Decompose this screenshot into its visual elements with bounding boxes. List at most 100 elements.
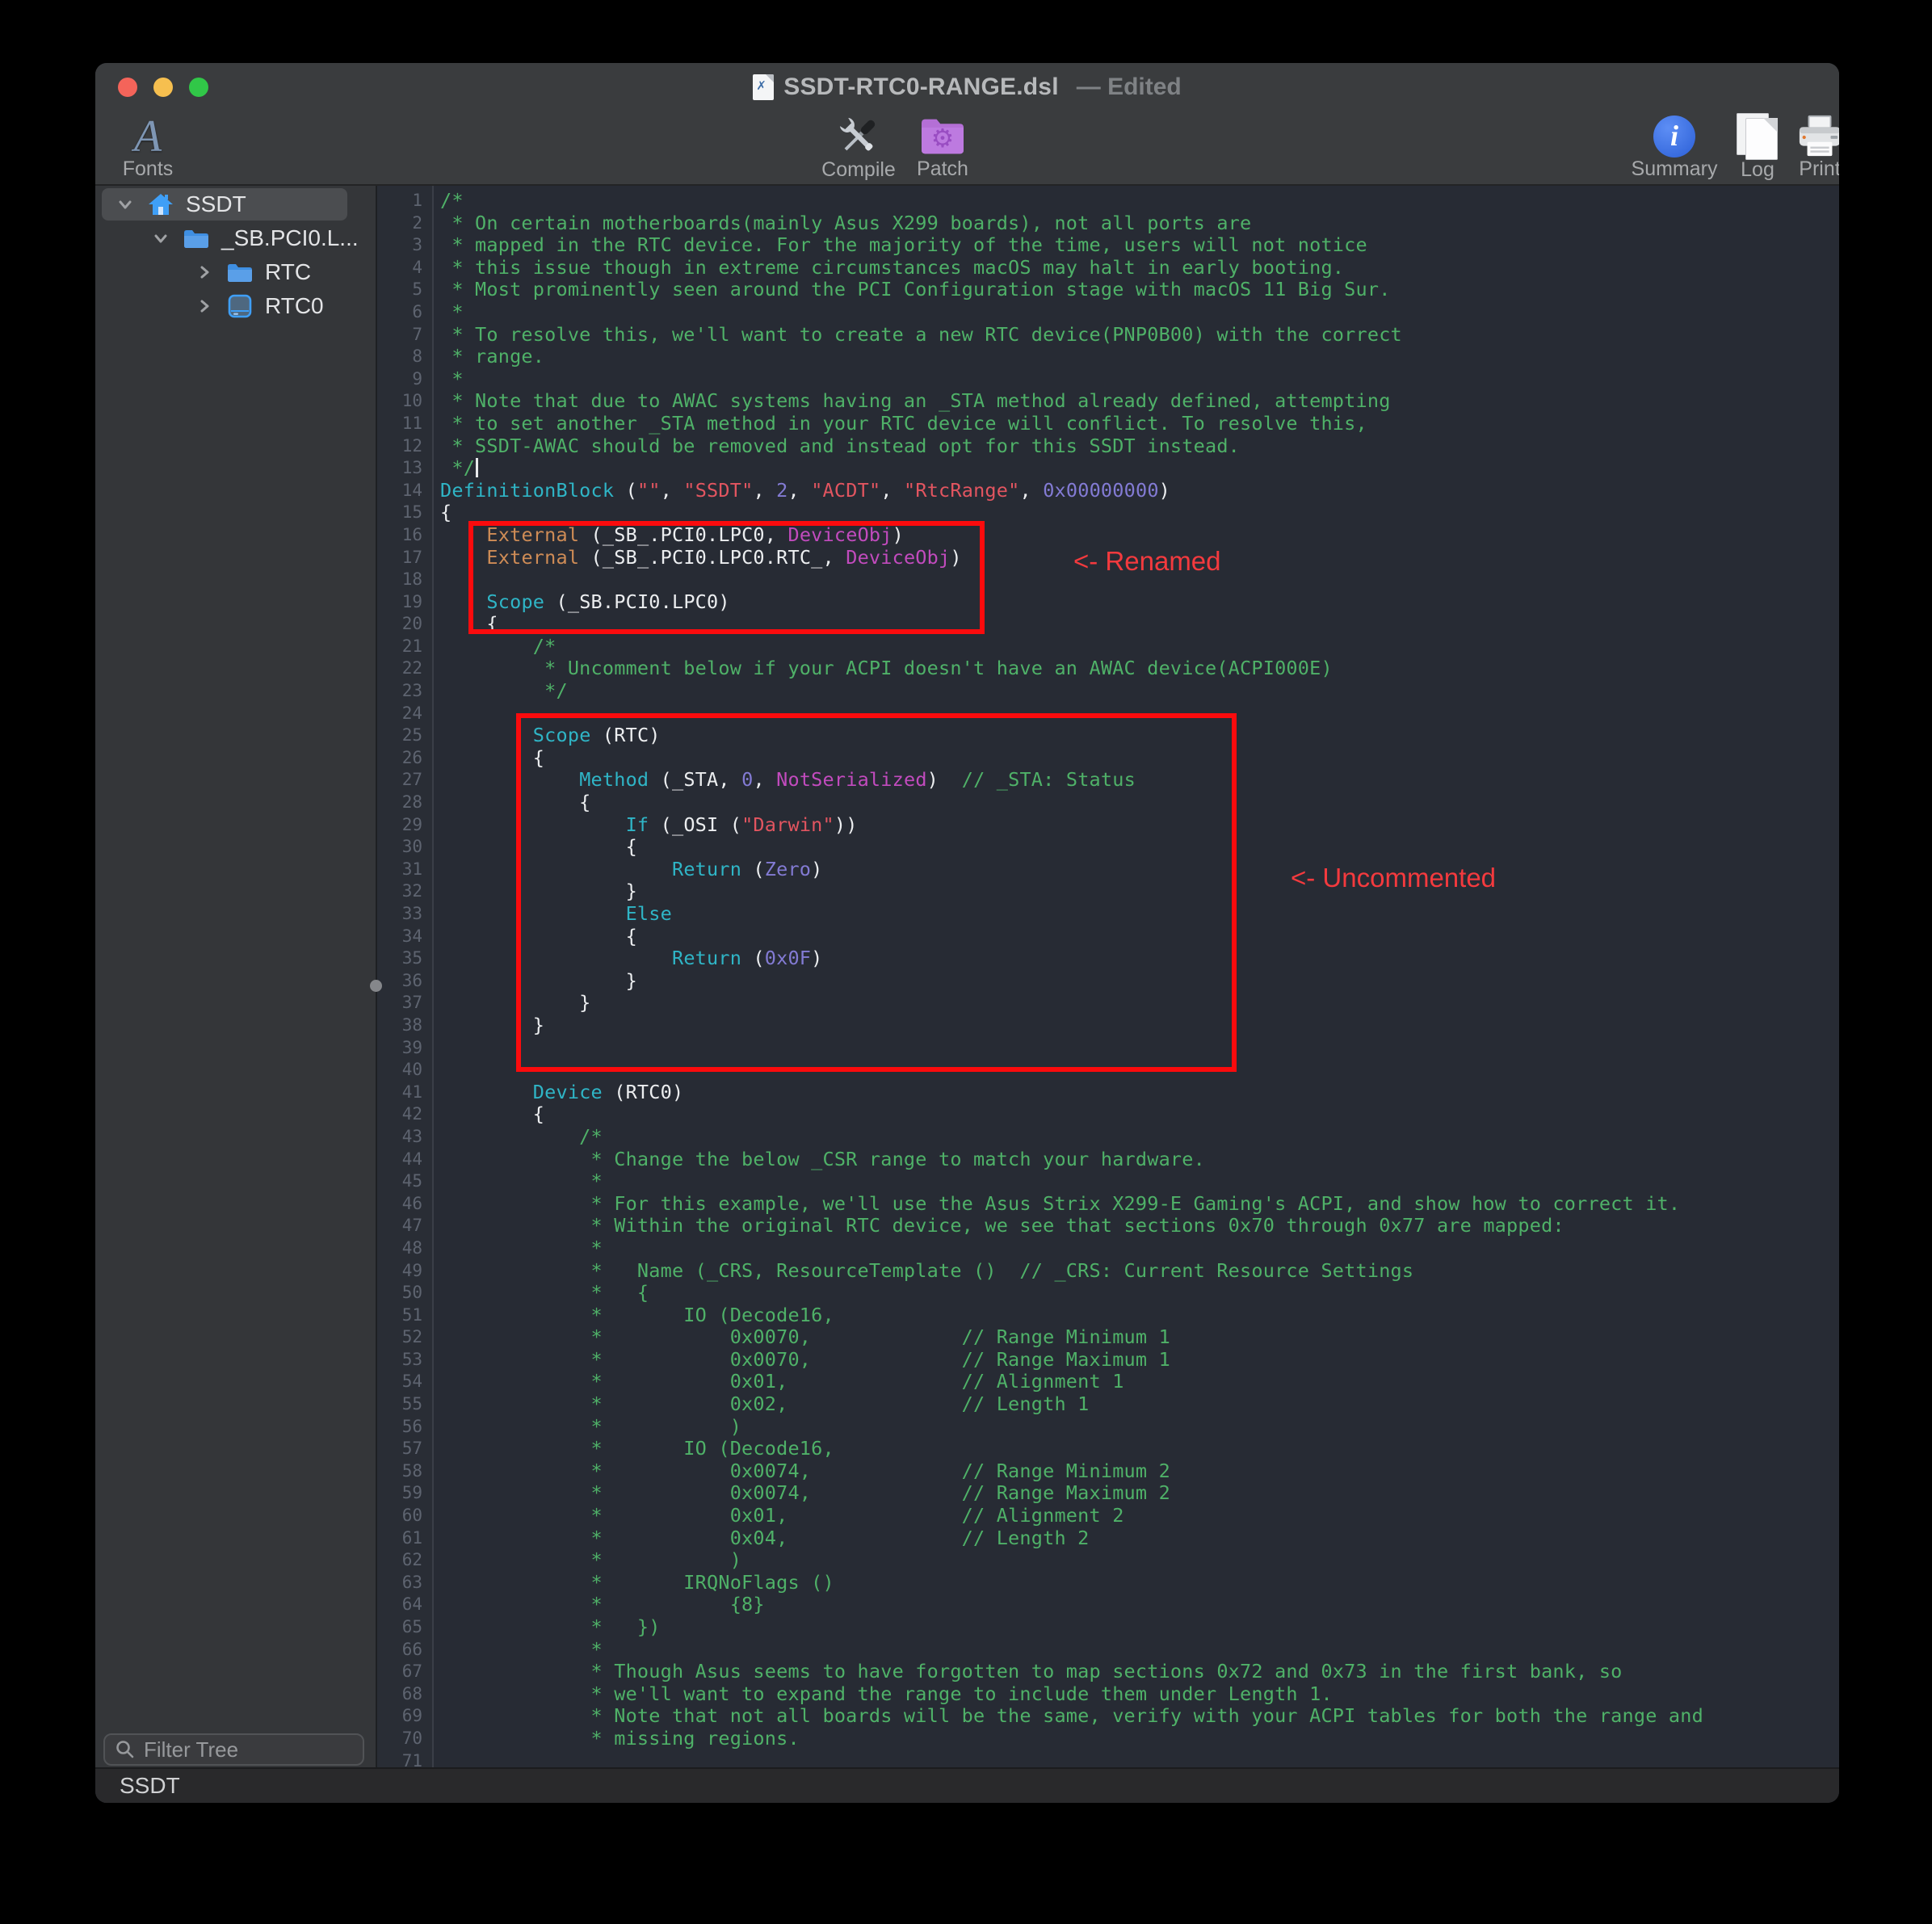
zoom-button[interactable] xyxy=(189,78,208,97)
code-line: * 0x01, // Alignment 2 xyxy=(377,1505,1839,1527)
code-line: { xyxy=(377,792,1839,814)
code-line: * 0x0070, // Range Maximum 1 xyxy=(377,1349,1839,1372)
tree-item-label: RTC xyxy=(265,259,311,285)
patch-label: Patch xyxy=(917,159,968,183)
status-text: SSDT xyxy=(120,1773,180,1799)
code-line: * On certain motherboards(mainly Asus X2… xyxy=(377,212,1839,235)
code-line: Method (_STA, 0, NotSerialized) // _STA:… xyxy=(377,769,1839,792)
code-line: * missing regions. xyxy=(377,1728,1839,1750)
tree-item-label: SSDT xyxy=(186,191,246,217)
code-line: * xyxy=(377,1237,1839,1260)
sidebar-item-sb-pci0-l[interactable]: _SB.PCI0.L... xyxy=(95,221,376,255)
log-label: Log xyxy=(1741,160,1774,183)
compile-button[interactable]: Compile xyxy=(817,111,901,183)
code-line: * Though Asus seems to have forgotten to… xyxy=(377,1661,1839,1683)
code-line: External (_SB_.PCI0.LPC0, DeviceObj) xyxy=(377,524,1839,547)
pane-splitter-handle[interactable] xyxy=(370,980,382,992)
code-line: * Name (_CRS, ResourceTemplate () // _CR… xyxy=(377,1260,1839,1283)
code-line: * xyxy=(377,1639,1839,1661)
minimize-button[interactable] xyxy=(153,78,173,97)
sidebar: SSDT _SB.PCI0.L... RTC RTC0 Filter Tree xyxy=(95,186,377,1767)
code-line: * Uncomment below if your ACPI doesn't h… xyxy=(377,657,1839,680)
edited-badge: — Edited xyxy=(1077,74,1182,101)
code-line: * xyxy=(377,301,1839,324)
code-line: * 0x04, // Length 2 xyxy=(377,1527,1839,1550)
code-line: * IO (Decode16, xyxy=(377,1304,1839,1327)
code-line: * 0x0074, // Range Minimum 2 xyxy=(377,1460,1839,1483)
info-icon: i xyxy=(1653,116,1695,158)
printer-icon xyxy=(1796,113,1839,159)
code-line: * IO (Decode16, xyxy=(377,1438,1839,1460)
code-line: DefinitionBlock ("", "SSDT", 2, "ACDT", … xyxy=(377,480,1839,502)
folder-icon xyxy=(183,226,210,250)
chevron-right-icon[interactable] xyxy=(194,296,215,317)
code-line: * }) xyxy=(377,1616,1839,1639)
window-title: SSDT-RTC0-RANGE.dsl — Edited xyxy=(753,74,1182,101)
fonts-button[interactable]: A Fonts xyxy=(113,111,183,183)
filter-placeholder: Filter Tree xyxy=(144,1737,238,1762)
fonts-label: Fonts xyxy=(123,159,174,183)
code-line: /* xyxy=(377,1126,1839,1149)
patch-icon: ⚙ xyxy=(918,113,967,159)
search-icon xyxy=(115,1739,136,1760)
code-line: Return (Zero) xyxy=(377,859,1839,881)
code-line: * range. xyxy=(377,346,1839,368)
code-line: * mapped in the RTC device. For the majo… xyxy=(377,234,1839,257)
code-line: * SSDT-AWAC should be removed and instea… xyxy=(377,435,1839,458)
log-button[interactable]: Log xyxy=(1722,111,1793,183)
annotation-renamed: <- Renamed xyxy=(1073,546,1221,577)
code-line: * this issue though in extreme circumsta… xyxy=(377,257,1839,279)
chevron-down-icon[interactable] xyxy=(115,194,136,215)
toolbar: A Fonts Compile xyxy=(95,111,1839,186)
compile-icon xyxy=(834,113,884,160)
code-line: * Note that not all boards will be the s… xyxy=(377,1705,1839,1728)
code-line: } xyxy=(377,970,1839,993)
chevron-down-icon[interactable] xyxy=(150,228,171,249)
code-line: * xyxy=(377,1170,1839,1193)
chevron-right-icon[interactable] xyxy=(194,262,215,283)
code-editor[interactable]: 1234567891011121314151617181920212223242… xyxy=(377,186,1839,1767)
code-line: * Change the below _CSR range to match y… xyxy=(377,1149,1839,1171)
close-button[interactable] xyxy=(118,78,137,97)
code-line: */ xyxy=(377,457,1839,480)
code-line xyxy=(377,703,1839,725)
code-line: } xyxy=(377,880,1839,903)
code-line xyxy=(377,1059,1839,1082)
code-line: Scope (_SB.PCI0.LPC0) xyxy=(377,591,1839,614)
code-line: * For this example, we'll use the Asus S… xyxy=(377,1193,1839,1216)
summary-button[interactable]: i Summary xyxy=(1630,111,1719,183)
code-line: { xyxy=(377,613,1839,636)
code-line: { xyxy=(377,502,1839,524)
code-line: Device (RTC0) xyxy=(377,1082,1839,1104)
tree-item-label: _SB.PCI0.L... xyxy=(221,225,359,251)
document-icon xyxy=(753,74,774,100)
summary-label: Summary xyxy=(1632,159,1718,183)
code-line: Return (0x0F) xyxy=(377,947,1839,970)
text-cursor xyxy=(476,458,478,477)
code-line: * IRQNoFlags () xyxy=(377,1572,1839,1594)
fonts-icon: A xyxy=(134,114,162,159)
tree-item-label: RTC0 xyxy=(265,293,324,319)
compile-label: Compile xyxy=(821,160,896,183)
annotation-uncommented: <- Uncommented xyxy=(1291,863,1496,893)
code-line: * Most prominently seen around the PCI C… xyxy=(377,279,1839,301)
folder-icon xyxy=(226,260,254,284)
code-line: { xyxy=(377,747,1839,770)
code-area: /* * On certain motherboards(mainly Asus… xyxy=(377,186,1839,1767)
code-line: * { xyxy=(377,1282,1839,1304)
sidebar-item-rtc[interactable]: RTC xyxy=(95,255,376,289)
sidebar-item-ssdt[interactable]: SSDT xyxy=(95,187,376,221)
sidebar-item-rtc0[interactable]: RTC0 xyxy=(95,289,376,323)
code-line xyxy=(377,1750,1839,1767)
patch-button[interactable]: ⚙ Patch xyxy=(901,111,985,183)
code-line: } xyxy=(377,1015,1839,1037)
code-line: * 0x0074, // Range Maximum 2 xyxy=(377,1482,1839,1505)
code-line: { xyxy=(377,1103,1839,1126)
code-line: } xyxy=(377,992,1839,1015)
filter-tree-input[interactable]: Filter Tree xyxy=(103,1733,364,1766)
print-button[interactable]: Print xyxy=(1787,111,1839,183)
log-pages-icon xyxy=(1735,113,1780,160)
code-line: Else xyxy=(377,903,1839,926)
code-line: /* xyxy=(377,636,1839,658)
code-line: * xyxy=(377,368,1839,391)
